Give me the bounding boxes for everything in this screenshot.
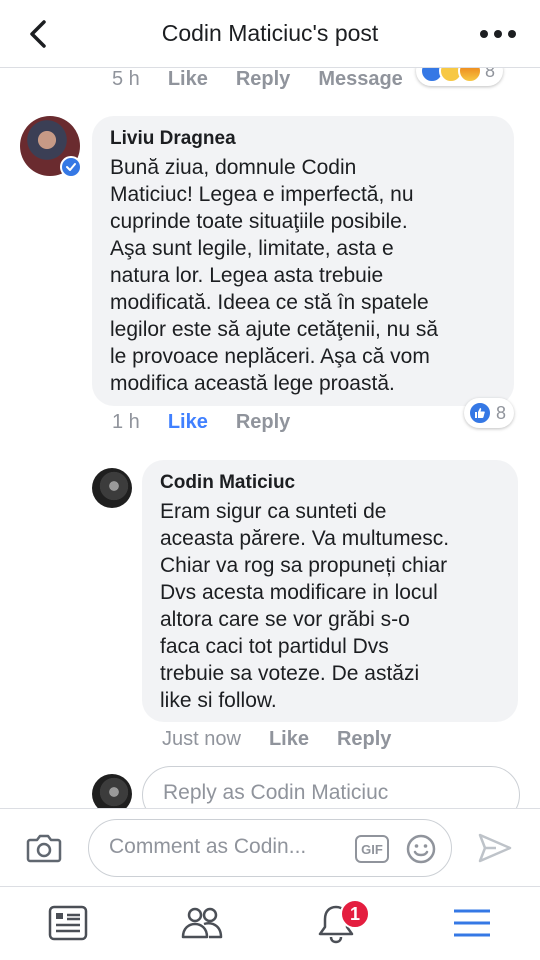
smiley-icon [406,834,436,864]
comment-input-placeholder: Comment as Codin... [109,835,307,858]
gif-button[interactable]: GIF [355,835,389,863]
send-arrow-icon [478,833,512,863]
tab-friends[interactable] [180,901,224,945]
comment-text: Bună ziua, domnule Codin Maticiuc! Legea… [110,156,439,395]
comment-author[interactable]: Liviu Dragnea [110,128,496,150]
reply-button[interactable]: Reply [236,411,290,434]
comment-composer: Comment as Codin... GIF [0,808,540,886]
reaction-summary[interactable]: 8 [416,68,504,86]
tab-menu[interactable] [450,901,494,945]
reply-input[interactable]: Reply as Codin Maticiuc [142,766,520,808]
thumbs-up-icon [475,408,485,418]
reply-bubble[interactable]: Codin Maticiuc Eram sigur ca sunteti de … [142,460,518,722]
comment-text: Eram sigur ca sunteti de aceasta părere.… [160,500,450,712]
angry-reaction-icon [458,68,482,83]
send-button[interactable] [476,831,514,865]
comment-input[interactable]: Comment as Codin... GIF [88,819,452,877]
like-reaction-icon [468,401,492,425]
tab-news-feed[interactable] [46,901,90,945]
hamburger-menu-icon [454,909,490,937]
checkmark-icon [66,163,76,171]
notification-badge: 1 [340,899,370,929]
reaction-summary[interactable]: 8 [464,398,515,428]
more-dots-icon [480,30,516,38]
reply-button[interactable]: Reply [337,728,391,751]
verified-badge [60,156,82,178]
camera-icon [26,834,62,863]
comment-timestamp: 5 h [112,68,140,90]
comment-timestamp: Just now [162,728,241,750]
avatar[interactable] [92,468,132,508]
comments-thread[interactable]: 5 h Like Reply Message 8 Liviu Dragnea B… [0,68,540,808]
previous-comment-actions: 5 h Like Reply Message [112,68,431,91]
comment-actions: 1 h Like Reply [112,411,318,434]
bottom-tab-bar: 1 [0,886,540,960]
like-button[interactable]: Like [168,68,208,91]
reaction-count: 8 [496,402,507,423]
comment-timestamp: 1 h [112,411,140,433]
emoji-button[interactable] [405,833,437,865]
message-button[interactable]: Message [318,68,403,91]
avatar [92,774,132,808]
like-button[interactable]: Like [269,728,309,751]
camera-button[interactable] [26,831,62,865]
page-title: Codin Maticiuc's post [161,20,379,46]
reaction-count: 8 [485,68,496,81]
news-feed-icon [48,905,88,941]
like-button[interactable]: Like [168,411,208,434]
reply-actions: Just now Like Reply [162,728,419,751]
more-options-button[interactable] [476,22,520,46]
top-bar: Codin Maticiuc's post [0,0,540,68]
comment-author[interactable]: Codin Maticiuc [160,472,500,494]
reply-button[interactable]: Reply [236,68,290,91]
friends-icon [181,907,223,939]
comment-bubble[interactable]: Liviu Dragnea Bună ziua, domnule Codin M… [92,116,514,406]
